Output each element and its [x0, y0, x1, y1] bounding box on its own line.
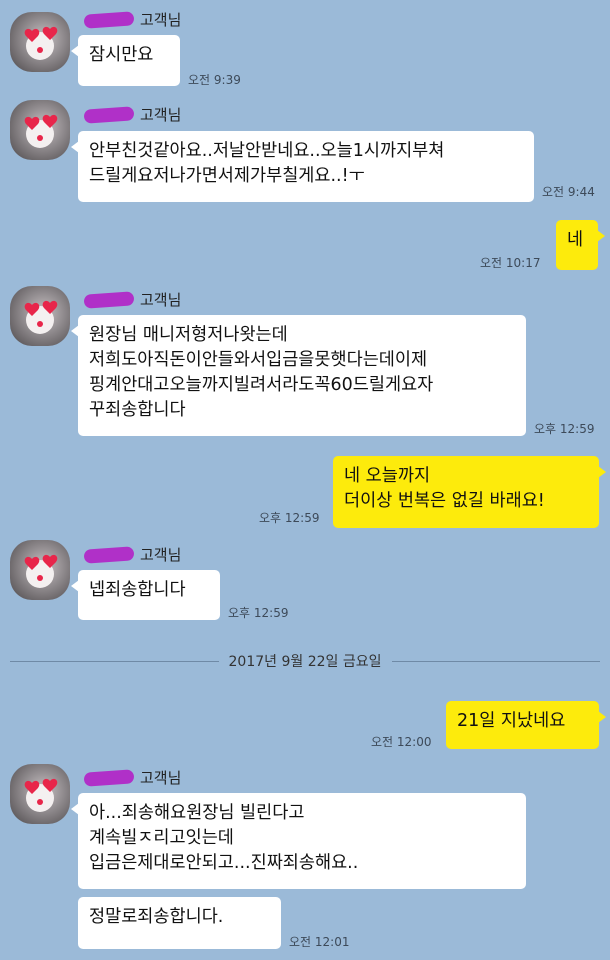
name-redaction: [83, 105, 135, 124]
heart-eyes-emoji-icon: [24, 778, 58, 812]
message-time: 오전 12:00: [371, 735, 432, 749]
message-time: 오후 12:59: [534, 422, 595, 436]
avatar[interactable]: [10, 100, 70, 160]
separator-line: [10, 660, 219, 662]
name-redaction: [83, 768, 135, 787]
sender-name: 고객님: [83, 767, 181, 788]
sender-name: 고객님: [83, 289, 181, 310]
message-time: 오전 9:39: [188, 73, 241, 87]
heart-eyes-emoji-icon: [24, 26, 58, 60]
message-bubble-outgoing[interactable]: 21일 지났네요: [446, 701, 606, 749]
date-label: 2017년 9월 22일 금요일: [228, 654, 382, 670]
message-bubble-incoming[interactable]: 잠시만요: [71, 35, 180, 86]
message-bubble-incoming[interactable]: 넵죄송합니다: [71, 570, 220, 620]
message-bubble-incoming[interactable]: 안부친것같아요..저날안받네요..오늘1시까지부쳐 드릴게요저나가면서제가부칠게…: [71, 131, 534, 202]
message-time: 오전 10:17: [480, 256, 541, 270]
name-redaction: [83, 545, 135, 564]
sender-name: 고객님: [83, 104, 181, 125]
sender-name: 고객님: [83, 9, 181, 30]
message-bubble-outgoing[interactable]: 네: [556, 220, 605, 270]
sender-name: 고객님: [83, 544, 181, 565]
message-bubble-outgoing[interactable]: 네 오늘까지 더이상 번복은 없길 바래요!: [333, 456, 606, 528]
name-redaction: [83, 290, 135, 309]
message-bubble-incoming[interactable]: 정말로죄송합니다.: [78, 897, 281, 949]
avatar[interactable]: [10, 12, 70, 72]
avatar[interactable]: [10, 286, 70, 346]
message-bubble-incoming[interactable]: 아...죄송해요원장님 빌린다고 계속빌ㅈ리고잇는데 입금은제대로안되고...진…: [71, 793, 526, 889]
message-time: 오후 12:59: [259, 511, 320, 525]
message-bubble-incoming[interactable]: 원장님 매니저형저나왓는데 저희도아직돈이안들와서입금을못햇다는데이제 핑계안대…: [71, 315, 526, 436]
message-time: 오후 12:59: [228, 606, 289, 620]
date-separator: 2017년 9월 22일 금요일: [10, 650, 601, 672]
name-redaction: [83, 10, 135, 29]
separator-line: [391, 660, 601, 662]
avatar[interactable]: [10, 764, 70, 824]
avatar[interactable]: [10, 540, 70, 600]
heart-eyes-emoji-icon: [24, 114, 58, 148]
heart-eyes-emoji-icon: [24, 554, 58, 588]
heart-eyes-emoji-icon: [24, 300, 58, 334]
message-time: 오전 9:44: [542, 185, 595, 199]
message-time: 오전 12:01: [289, 935, 350, 949]
